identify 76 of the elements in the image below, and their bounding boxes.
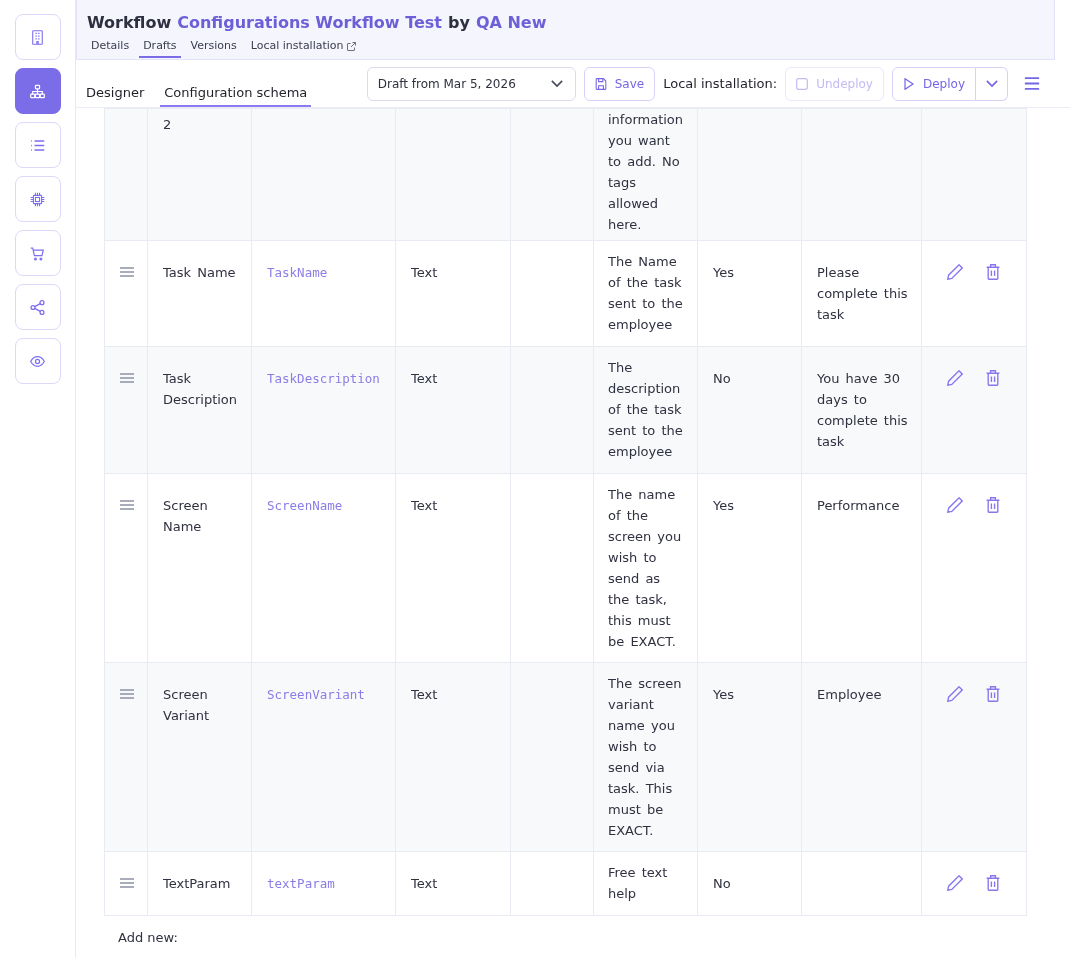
table-cell: 2 — [147, 108, 252, 241]
description-cell: information you want to add. No tags allowed here. — [593, 108, 698, 241]
key-cell: ScreenVariant — [251, 662, 396, 852]
key-cell: TaskName — [251, 240, 396, 347]
table-cell: Task Description — [147, 346, 252, 474]
save-button[interactable]: Save — [583, 66, 656, 101]
by-label: by — [448, 12, 470, 34]
deploy-options-button[interactable] — [976, 66, 1008, 101]
description-cell: The Name of the task sent to the employee — [593, 240, 698, 347]
sitemap-icon — [30, 83, 45, 99]
local-installation-label: Local installation: — [663, 76, 778, 91]
chevron-down-icon — [550, 80, 563, 87]
description-cell: Free text help — [593, 851, 698, 916]
square-icon — [796, 77, 809, 90]
pencil-icon[interactable] — [947, 875, 963, 891]
drag-handle-icon[interactable] — [120, 267, 134, 277]
table-cell: Employee — [801, 662, 922, 852]
table-cell: Screen Name — [147, 473, 252, 663]
trash-icon[interactable] — [985, 875, 1001, 891]
pencil-icon[interactable] — [947, 264, 963, 280]
tab[interactable]: Versions — [186, 39, 241, 58]
key-cell: textParam — [251, 851, 396, 916]
eye-icon — [30, 353, 45, 369]
trash-icon[interactable] — [985, 264, 1001, 280]
nav-button[interactable] — [14, 68, 61, 114]
key-cell: ScreenName — [251, 473, 396, 663]
save-icon — [594, 77, 607, 90]
pencil-icon[interactable] — [947, 686, 963, 702]
view-tab[interactable]: Configuration schema — [160, 84, 312, 107]
table-cell: Text — [395, 662, 511, 852]
chevron-down-icon — [985, 80, 998, 87]
drag-handle-icon[interactable] — [120, 878, 134, 888]
trash-icon[interactable] — [985, 686, 1001, 702]
add-new-label: Add new: — [117, 929, 179, 947]
deploy-button[interactable]: Deploy — [891, 66, 976, 101]
description-cell: The name of the screen you wish to send as the task, this must be EXACT. — [593, 473, 698, 663]
drag-handle-icon[interactable] — [120, 373, 134, 383]
pencil-icon[interactable] — [947, 370, 963, 386]
table-cell: Text — [395, 473, 511, 663]
trash-icon[interactable] — [985, 370, 1001, 386]
table-cell: Yes — [697, 240, 802, 347]
table-cell: Screen Variant — [147, 662, 252, 852]
workflow-link[interactable]: Configurations Workflow Test — [177, 11, 442, 35]
building-icon — [30, 29, 45, 45]
table-cell: Please complete this task — [801, 240, 922, 347]
tab[interactable]: Drafts — [139, 39, 181, 58]
description-cell: The description of the task sent to the employee — [593, 346, 698, 474]
table-cell: Yes — [697, 662, 802, 852]
page-title: Workflow — [87, 12, 172, 34]
drag-handle-icon[interactable] — [120, 689, 134, 699]
table-cell: Yes — [697, 473, 802, 663]
list-icon — [30, 137, 45, 153]
chip-icon — [30, 191, 45, 207]
trash-icon[interactable] — [985, 497, 1001, 513]
table-cell: No — [697, 346, 802, 474]
tab[interactable]: Local installation — [246, 39, 360, 58]
owner-link[interactable]: QA New — [475, 11, 547, 35]
table-cell: Text — [395, 851, 511, 916]
table-cell: Performance — [801, 473, 922, 663]
cart-icon — [30, 245, 45, 261]
view-tab[interactable]: Designer — [82, 84, 149, 107]
pencil-icon[interactable] — [947, 497, 963, 513]
drag-handle-icon[interactable] — [120, 500, 134, 510]
table-cell: You have 30 days to complete this task — [801, 346, 922, 474]
share-icon — [30, 299, 45, 315]
key-cell: TaskDescription — [251, 346, 396, 474]
table-cell: Text — [395, 240, 511, 347]
table-cell: Text — [395, 346, 511, 474]
tab[interactable]: Details — [87, 39, 134, 58]
menu-icon[interactable] — [1024, 77, 1040, 90]
table-cell: TextParam — [147, 851, 252, 916]
table-cell: Task Name — [147, 240, 252, 347]
table-cell: No — [697, 851, 802, 916]
play-icon — [902, 77, 915, 90]
description-cell: The screen variant name you wish to send via task. This must be EXACT. — [593, 662, 698, 852]
draft-select[interactable]: Draft from Mar 5, 2026 — [366, 66, 576, 101]
